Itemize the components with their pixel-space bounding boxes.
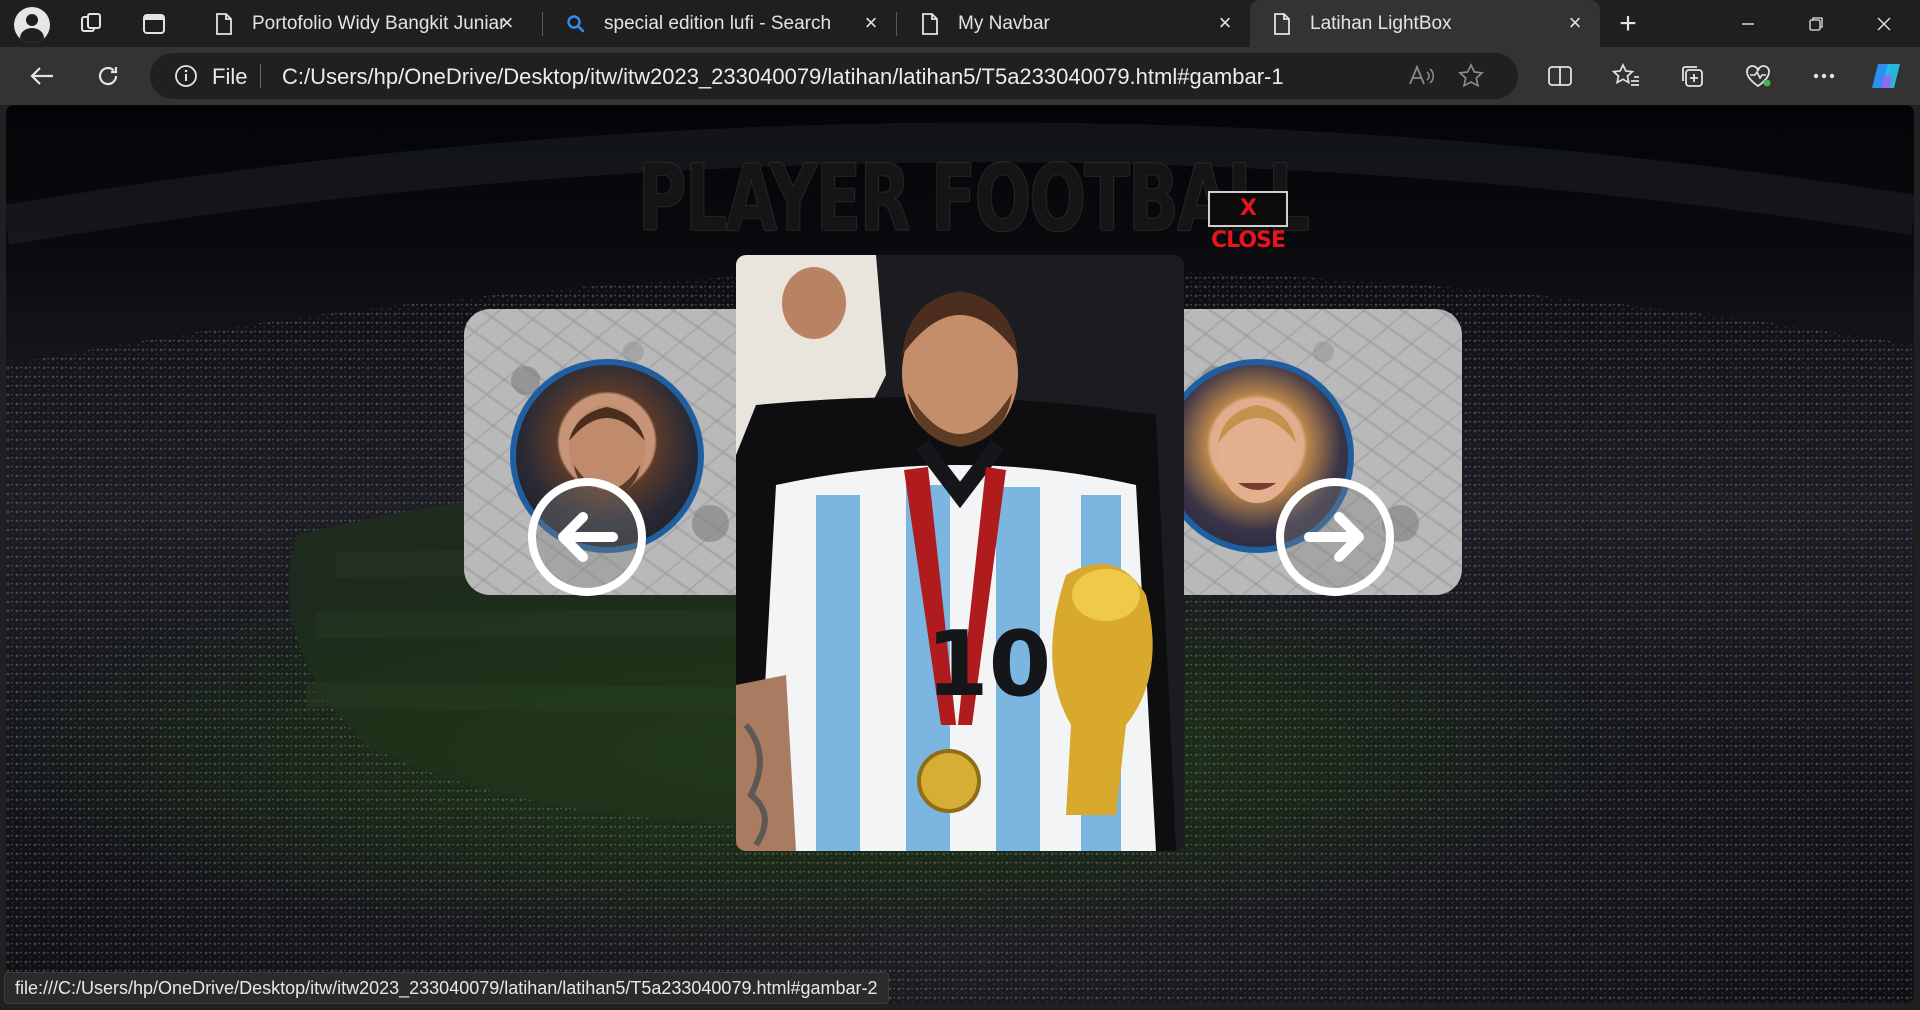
window-close-icon[interactable]	[1850, 0, 1918, 47]
browser-toolbar: File C:/Users/hp/OneDrive/Desktop/itw/it…	[0, 47, 1920, 105]
info-icon[interactable]	[174, 64, 198, 88]
previous-arrow-button[interactable]	[528, 478, 646, 596]
page-icon	[922, 12, 938, 35]
more-options-icon[interactable]	[1804, 58, 1844, 94]
back-icon[interactable]	[22, 58, 62, 94]
read-aloud-icon[interactable]	[1406, 62, 1436, 90]
close-icon[interactable]: ×	[1564, 12, 1586, 34]
close-icon[interactable]: ×	[860, 12, 882, 34]
arrow-left-icon	[558, 512, 618, 562]
scheme-label: File	[212, 64, 248, 89]
page-viewport: PLAYER FOOTBALL X CLOSE 10	[6, 105, 1914, 1003]
tab-strip: Portofolio Widy Bangkit Juniar × special…	[0, 0, 1920, 47]
profile-avatar[interactable]	[14, 7, 50, 43]
tab-label: Portofolio Widy Bangkit Juniar	[252, 12, 506, 34]
tab-label: My Navbar	[958, 12, 1050, 34]
restore-icon[interactable]	[1782, 0, 1850, 47]
minimize-icon[interactable]	[1714, 0, 1782, 47]
split-screen-icon[interactable]	[1540, 58, 1580, 94]
vertical-tabs-icon[interactable]	[136, 7, 172, 41]
status-bar-link-preview: file:///C:/Users/hp/OneDrive/Desktop/itw…	[4, 972, 889, 1004]
tab-search[interactable]: special edition lufi - Search ×	[544, 0, 896, 47]
tab-my-navbar[interactable]: My Navbar ×	[898, 0, 1250, 47]
favorite-star-icon[interactable]	[1456, 62, 1486, 90]
tab-portofolio[interactable]: Portofolio Widy Bangkit Juniar ×	[192, 0, 532, 47]
page-icon	[216, 12, 232, 35]
close-icon[interactable]: ×	[496, 12, 518, 34]
tab-label: special edition lufi - Search	[604, 12, 832, 34]
lightbox-close-button[interactable]: X CLOSE	[1208, 191, 1288, 253]
collections-icon[interactable]	[1672, 58, 1712, 94]
arrow-right-icon	[1304, 512, 1364, 562]
workspaces-icon[interactable]	[74, 7, 110, 41]
refresh-icon[interactable]	[88, 58, 128, 94]
browser-essentials-icon[interactable]	[1738, 58, 1778, 94]
address-bar[interactable]: File C:/Users/hp/OneDrive/Desktop/itw/it…	[150, 53, 1518, 99]
next-arrow-button[interactable]	[1276, 478, 1394, 596]
tab-latihan-lightbox[interactable]: Latihan LightBox ×	[1250, 0, 1600, 47]
close-icon[interactable]: ×	[1214, 12, 1236, 34]
svg-text:10: 10	[926, 612, 1051, 717]
new-tab-icon[interactable]: +	[1610, 7, 1646, 41]
url-text[interactable]: C:/Users/hp/OneDrive/Desktop/itw/itw2023…	[282, 64, 1284, 90]
lightbox-main-image: 10	[736, 255, 1184, 851]
favorites-icon[interactable]	[1606, 58, 1646, 94]
copilot-icon[interactable]	[1866, 58, 1906, 94]
page-icon	[1274, 12, 1290, 35]
search-icon	[567, 14, 585, 32]
tab-label: Latihan LightBox	[1310, 12, 1452, 34]
